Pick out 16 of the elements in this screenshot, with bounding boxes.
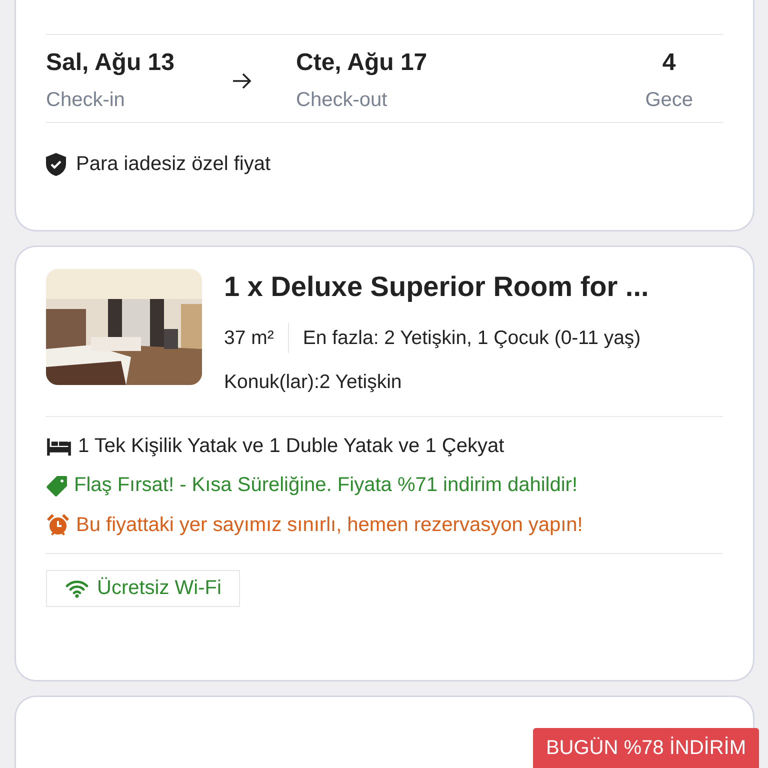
perk-text: Flaş Fırsat! - Kısa Süreliğine. Fiyata %71 indirim dahildir!	[74, 474, 578, 497]
nights-count: 4	[662, 49, 676, 77]
perk-text: 1 Tek Kişilik Yatak ve 1 Duble Yatak ve 1 Çekyat	[78, 435, 504, 458]
perk-text: Bu fiyattaki yer sayımız sınırlı, hemen rezervasyon yapın!	[76, 514, 583, 536]
room-guests: Konuk(lar):2 Yetişkin	[224, 371, 403, 394]
room-title: 1 x Deluxe Superior Room for ...	[224, 271, 649, 303]
room-capacity: En fazla: 2 Yetişkin, 1 Çocuk (0-11 yaş)	[302, 326, 641, 350]
room-size: 37 m²	[224, 326, 274, 350]
discount-badge: BUGÜN %78 İNDİRİM	[532, 728, 759, 768]
checkin-date: Sal, Ağu 13	[46, 49, 176, 77]
nights-label: Gece	[645, 89, 693, 112]
checkin-label: Check-in	[46, 89, 126, 112]
amenity-tag: Ücretsiz Wi-Fi	[46, 570, 240, 607]
policy-text: Para iadesiz özel fiyat	[76, 153, 271, 176]
checkout-date: Cte, Ağu 17	[296, 49, 428, 77]
checkout-label: Check-out	[296, 89, 388, 112]
